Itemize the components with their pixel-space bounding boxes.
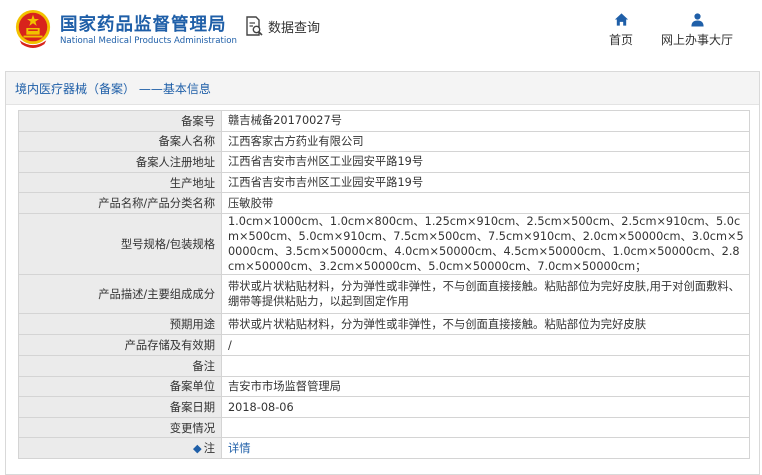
nav-online-hall-label: 网上办事大厅 <box>660 33 733 47</box>
field-label: 备案日期 <box>18 396 222 418</box>
field-value: 2018-08-06 <box>221 396 750 418</box>
field-value: 压敏胶带 <box>221 192 750 214</box>
field-value: 带状或片状粘贴材料，分为弹性或非弹性，不与创面直接接触。粘贴部位为完好皮肤,用于… <box>221 273 750 315</box>
table-row: ◆ 注 详情 <box>18 437 750 460</box>
nav-online-hall[interactable]: 网上办事大厅 <box>657 12 737 48</box>
user-icon <box>690 13 704 27</box>
record-table: 备案号 赣吉械备20170027号 备案人名称 江西客家古方药业有限公司 备案人… <box>18 110 750 460</box>
field-label: 产品名称/产品分类名称 <box>18 192 222 214</box>
table-row: 变更情况 <box>18 416 750 439</box>
field-value: 江西客家古方药业有限公司 <box>221 130 750 153</box>
table-row: 产品名称/产品分类名称 压敏胶带 <box>18 192 750 214</box>
asterisk-icon: ◆ <box>192 442 202 456</box>
field-label: 变更情况 <box>18 416 222 439</box>
field-value <box>221 416 750 439</box>
field-label: 备注 <box>18 355 222 377</box>
field-value: 江西省吉安市吉州区工业园安平路19号 <box>221 171 750 194</box>
note-label: ◆ 注 <box>18 437 222 460</box>
table-row: 产品描述/主要组成成分 带状或片状粘贴材料，分为弹性或非弹性，不与创面直接接触。… <box>18 273 750 315</box>
table-row: 备案人注册地址 江西省吉安市吉州区工业园安平路19号 <box>18 151 750 173</box>
table-row: 生产地址 江西省吉安市吉州区工业园安平路19号 <box>18 171 750 194</box>
org-name-cn: 国家药品监督管理局 <box>60 15 227 35</box>
field-value <box>221 355 750 377</box>
details-link[interactable]: 详情 <box>228 442 251 455</box>
field-label: 产品存储及有效期 <box>18 334 222 357</box>
document-search-icon <box>246 16 263 36</box>
field-label: 预期用途 <box>18 313 222 336</box>
field-label: 备案人注册地址 <box>18 151 222 173</box>
field-value: 赣吉械备20170027号 <box>221 110 750 132</box>
field-label: 备案单位 <box>18 375 222 398</box>
field-label: 型号规格/包装规格 <box>18 212 222 275</box>
field-value: 带状或片状粘贴材料，分为弹性或非弹性，不与创面直接接触。粘贴部位为完好皮肤 <box>221 313 750 336</box>
data-query-link[interactable]: 数据查询 <box>244 14 320 38</box>
table-row: 预期用途 带状或片状粘贴材料，分为弹性或非弹性，不与创面直接接触。粘贴部位为完好… <box>18 313 750 336</box>
home-icon <box>614 13 628 26</box>
table-row: 产品存储及有效期 / <box>18 334 750 357</box>
field-value: 1.0cm×1000cm、1.0cm×800cm、1.25cm×910cm、2.… <box>221 212 750 275</box>
nav-home-label: 首页 <box>608 33 633 47</box>
table-row: 备案人名称 江西客家古方药业有限公司 <box>18 130 750 153</box>
note-label-text: 注 <box>203 442 215 456</box>
site-header: 国家药品监督管理局 National Medical Products Admi… <box>0 0 762 66</box>
table-row: 备注 <box>18 355 750 377</box>
org-name-en: National Medical Products Administration <box>60 36 237 46</box>
table-row: 备案单位 吉安市市场监督管理局 <box>18 375 750 398</box>
table-row: 型号规格/包装规格 1.0cm×1000cm、1.0cm×800cm、1.25c… <box>18 212 750 275</box>
detail-panel: 境内医疗器械（备案） ——基本信息 备案号 赣吉械备20170027号 备案人名… <box>5 71 760 475</box>
field-label: 备案号 <box>18 110 222 132</box>
nav-home[interactable]: 首页 <box>606 12 636 48</box>
national-emblem-icon <box>15 9 51 48</box>
field-label: 生产地址 <box>18 171 222 194</box>
note-value: 详情 <box>221 437 750 460</box>
field-label: 产品描述/主要组成成分 <box>18 273 222 315</box>
table-row: 备案号 赣吉械备20170027号 <box>18 110 750 132</box>
field-value: 吉安市市场监督管理局 <box>221 375 750 398</box>
field-label: 备案人名称 <box>18 130 222 153</box>
panel-title: 境内医疗器械（备案） ——基本信息 <box>6 72 759 105</box>
field-value: 江西省吉安市吉州区工业园安平路19号 <box>221 151 750 173</box>
field-value: / <box>221 334 750 357</box>
data-query-label: 数据查询 <box>268 20 321 36</box>
table-row: 备案日期 2018-08-06 <box>18 396 750 418</box>
